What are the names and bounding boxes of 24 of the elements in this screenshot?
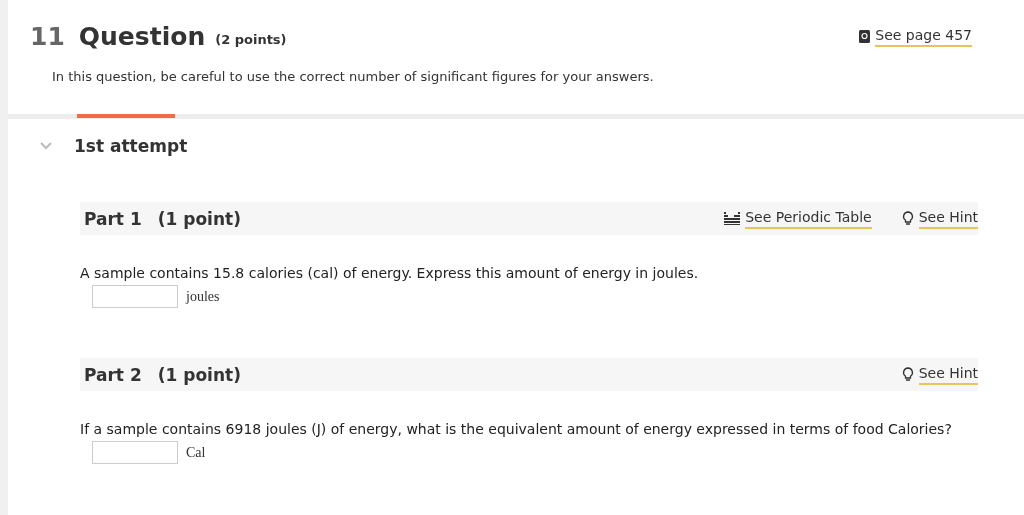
question-prompt: If a sample contains 6918 joules (J) of energy, what is the equivalent amount of energy expressed in terms of food Calories?	[80, 421, 953, 437]
unit-label: joules	[186, 288, 220, 305]
book-icon	[859, 30, 871, 43]
attempt-label: 1st attempt	[74, 136, 188, 156]
hint-link[interactable]: See Hint	[918, 208, 978, 229]
chevron-icon[interactable]	[40, 142, 52, 150]
answer-field[interactable]	[92, 441, 178, 464]
unit-label: Cal	[186, 444, 206, 461]
lightbulb-icon	[901, 367, 914, 382]
lightbulb-icon	[901, 211, 914, 226]
periodic-table-icon	[724, 212, 741, 225]
question-prompt: A sample contains 15.8 calories (cal) of energy. Express this amount of energy in joules.	[80, 265, 700, 281]
page-reference-link[interactable]: See page 457	[875, 26, 972, 47]
question-title: Question	[78, 22, 206, 51]
periodic-table-link[interactable]: See Periodic Table	[745, 208, 872, 229]
part-title: Part 2	[84, 364, 142, 385]
question-points: (2 points)	[215, 32, 287, 47]
question-number: 11	[30, 22, 65, 51]
part-title: Part 1	[84, 208, 142, 229]
instructions-text: In this question, be careful to use the correct number of significant figures for your answers.	[52, 69, 655, 84]
hint-link[interactable]: See Hint	[918, 364, 978, 385]
part-points: (1 point)	[157, 364, 241, 385]
part-points: (1 point)	[157, 208, 241, 229]
answer-field[interactable]	[92, 285, 178, 308]
